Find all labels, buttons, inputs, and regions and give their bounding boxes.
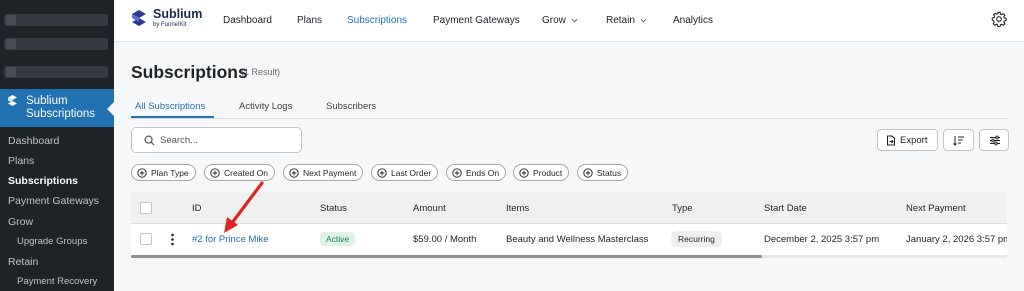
filter-label: Ends On [466,168,500,178]
amount-cell: $59.00 / Month [413,234,477,245]
sublium-logo-icon [132,10,146,26]
next-payment-cell: January 2, 2026 3:57 pm [906,234,1007,245]
nav-retain[interactable]: Retain [606,15,647,26]
horizontal-scrollbar-thumb[interactable] [131,255,762,258]
plus-circle-icon [377,168,387,178]
sidebar-subitem-payment-gateways[interactable]: Payment Gateways [0,195,114,207]
row-checkbox[interactable] [140,233,152,245]
sidebar-subitem-subscriptions[interactable]: Subscriptions [0,175,114,187]
sort-button[interactable] [943,129,974,151]
nav-subscriptions[interactable]: Subscriptions [347,15,407,26]
plus-circle-icon [452,168,462,178]
table-row: #2 for Prince Mike Active $59.00 / Month… [131,224,1007,255]
column-header-start-date[interactable]: Start Date [764,203,807,214]
filter-label: Next Payment [303,168,357,178]
nav-plans[interactable]: Plans [297,15,322,26]
sidebar-item-label: Subscriptions [26,108,96,120]
search-box [131,127,302,153]
sidebar-subitem-payment-recovery[interactable]: Payment Recovery [0,276,114,287]
filter-label: Status [597,168,622,178]
plus-circle-icon [583,168,593,178]
sidebar-subitem-grow[interactable]: Grow [0,216,114,228]
gear-icon[interactable] [991,11,1007,27]
column-header-next-payment[interactable]: Next Payment [906,203,966,214]
table-header: ID Status Amount Items Type Start Date N… [131,192,1007,224]
sidebar-item-label: Sublium [26,95,68,107]
blurred-menu-item[interactable] [4,66,108,78]
export-label: Export [900,135,928,146]
plus-circle-icon [519,168,529,178]
more-actions-icon[interactable] [171,233,174,246]
tab-subscribers[interactable]: Subscribers [326,101,376,112]
filter-label: Product [533,168,563,178]
brand-tagline: by FunnelKit [153,22,187,28]
nav-payment-gateways[interactable]: Payment Gateways [433,15,520,26]
subscription-id-link[interactable]: #2 for Prince Mike [192,234,269,245]
brand-name: Sublium [153,7,203,21]
filter-product[interactable]: Product [513,164,570,181]
sidebar-subitem-retain[interactable]: Retain [0,256,114,268]
filter-ends-on[interactable]: Ends On [446,164,507,181]
sidebar-subitem-dashboard[interactable]: Dashboard [0,135,114,147]
filter-plan-type[interactable]: Plan Type [131,164,196,181]
tab-all-subscriptions[interactable]: All Subscriptions [135,101,205,112]
filter-next-payment[interactable]: Next Payment [283,164,364,181]
filter-created-on[interactable]: Created On [204,164,275,181]
chevron-down-icon [640,18,647,23]
result-count: (1 Result) [241,67,281,77]
sort-icon [953,136,964,146]
filter-label: Last Order [391,168,432,178]
sidebar-item-sublium-subscriptions[interactable]: Sublium Subscriptions [0,89,114,127]
column-settings-button[interactable] [979,129,1009,151]
search-input[interactable] [160,133,295,148]
filter-status[interactable]: Status [577,164,629,181]
export-button[interactable]: Export [877,129,938,151]
column-header-amount[interactable]: Amount [413,203,446,214]
sublium-logo-icon [8,95,17,106]
sliders-icon [990,135,1000,146]
status-badge: Active [320,232,356,246]
column-header-type[interactable]: Type [672,203,693,214]
blurred-menu-item[interactable] [4,14,108,26]
start-date-cell: December 2, 2025 3:57 pm [764,234,880,245]
plus-circle-icon [289,168,299,178]
nav-grow-label: Grow [542,15,566,26]
nav-analytics[interactable]: Analytics [673,15,713,26]
wp-admin-sidebar: Sublium Subscriptions Dashboard Plans Su… [0,0,114,291]
filter-label: Created On [224,168,268,178]
select-all-checkbox[interactable] [140,202,152,214]
page-title: Subscriptions [131,62,248,82]
column-header-items[interactable]: Items [506,203,529,214]
chevron-down-icon [571,18,578,23]
search-icon [144,135,155,146]
sidebar-subitem-plans[interactable]: Plans [0,155,114,167]
nav-retain-label: Retain [606,15,635,26]
subscriptions-table: ID Status Amount Items Type Start Date N… [131,192,1007,258]
filter-last-order[interactable]: Last Order [371,164,439,181]
filter-label: Plan Type [151,168,189,178]
nav-dashboard[interactable]: Dashboard [223,15,272,26]
tabs-divider [131,118,1007,119]
plus-circle-icon [210,168,220,178]
items-cell: Beauty and Wellness Masterclass [506,234,649,245]
column-header-id[interactable]: ID [192,203,202,214]
tab-activity-logs[interactable]: Activity Logs [239,101,292,112]
type-badge: Recurring [671,231,722,247]
blurred-menu-item[interactable] [4,38,108,50]
sidebar-subitem-upgrade-groups[interactable]: Upgrade Groups [0,236,114,247]
column-header-status[interactable]: Status [320,203,347,214]
plus-circle-icon [137,168,147,178]
export-icon [887,135,895,146]
nav-grow[interactable]: Grow [542,15,578,26]
